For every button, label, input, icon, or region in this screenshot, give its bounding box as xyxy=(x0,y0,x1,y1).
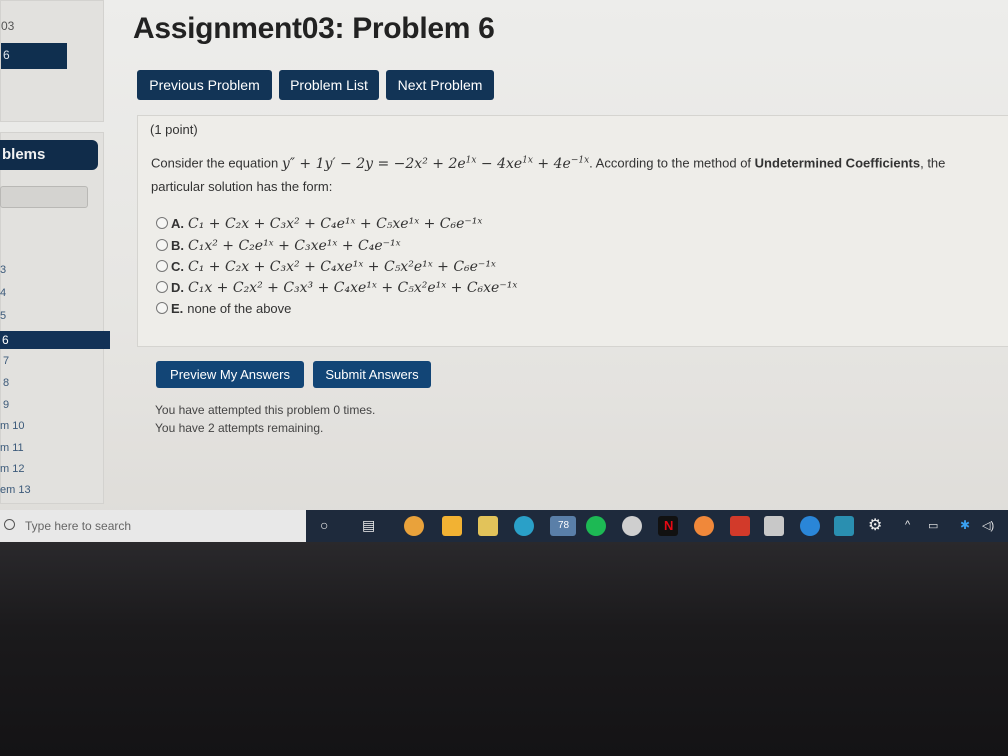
sidebar-item-9[interactable]: 9 xyxy=(3,399,9,411)
option-c-text: C₁ + C₂x + C₃x² + C₄xe¹ˣ + C₅x²e¹ˣ + C₆e… xyxy=(188,259,496,275)
search-icon xyxy=(4,519,15,530)
windows-taskbar: Type here to search ○ ▤ 78 N ⚙ ^ ▭ ✱ ◁) xyxy=(0,510,1008,542)
spotify-icon[interactable] xyxy=(586,516,606,536)
option-c-letter: C. xyxy=(171,259,184,274)
option-e-letter: E. xyxy=(171,301,184,316)
bitcoin-icon[interactable] xyxy=(622,516,642,536)
option-b-text: C₁x² + C₂e¹ˣ + C₃xe¹ˣ + C₄e⁻¹ˣ xyxy=(188,238,401,254)
file-explorer-icon[interactable] xyxy=(478,516,498,536)
sidebar-input[interactable] xyxy=(0,186,88,208)
statement-suffix: , the xyxy=(920,155,946,171)
option-c-radio[interactable] xyxy=(156,260,168,272)
problem-points: (1 point) xyxy=(150,122,198,137)
sidebar-item-13[interactable]: em 13 xyxy=(0,484,31,496)
option-a[interactable]: A. C₁ + C₂x + C₃x² + C₄e¹ˣ + C₅xe¹ˣ + C₆e… xyxy=(156,216,482,232)
attempts-remaining: You have 2 attempts remaining. xyxy=(155,421,324,435)
volume-icon[interactable]: ◁) xyxy=(982,519,994,532)
option-c[interactable]: C. C₁ + C₂x + C₃x² + C₄xe¹ˣ + C₅x²e¹ˣ + C… xyxy=(156,259,496,275)
sidebar-item-6-active[interactable]: 6 xyxy=(0,331,110,349)
sidebar-current-set-label: 6 xyxy=(3,48,10,62)
problem-list-button[interactable]: Problem List xyxy=(279,70,379,100)
option-b[interactable]: B. C₁x² + C₂e¹ˣ + C₃xe¹ˣ + C₄e⁻¹ˣ xyxy=(156,238,401,254)
option-d-radio[interactable] xyxy=(156,281,168,293)
app-teal-icon[interactable] xyxy=(834,516,854,536)
firefox-icon[interactable] xyxy=(694,516,714,536)
app-red-icon[interactable] xyxy=(730,516,750,536)
sidebar-problems-label: blems xyxy=(2,146,46,163)
option-e[interactable]: E. none of the above xyxy=(156,301,291,316)
sidebar-item-6-label: 6 xyxy=(2,333,9,347)
network-icon[interactable]: ▭ xyxy=(928,519,938,532)
attempts-count: You have attempted this problem 0 times. xyxy=(155,403,376,417)
statement-method: Undetermined Coefficients xyxy=(754,155,921,171)
next-problem-button[interactable]: Next Problem xyxy=(386,70,494,100)
differential-equation: y″ + 1y′ − 2y = −2x² + 2e1x − 4xe1x + 4e… xyxy=(281,155,590,172)
store-icon[interactable] xyxy=(442,516,462,536)
option-a-radio[interactable] xyxy=(156,217,168,229)
sidebar-item-10[interactable]: m 10 xyxy=(0,420,24,432)
sidebar-top-text: 03 xyxy=(1,19,15,33)
problem-statement-line1: Consider the equation y″ + 1y′ − 2y = −2… xyxy=(151,155,946,172)
sidebar-item-5[interactable]: 5 xyxy=(0,310,6,322)
option-b-radio[interactable] xyxy=(156,239,168,251)
sidebar-item-11[interactable]: m 11 xyxy=(0,442,24,454)
option-e-radio[interactable] xyxy=(156,302,168,314)
problem-statement-line2: particular solution has the form: xyxy=(151,179,333,194)
submit-answers-button[interactable]: Submit Answers xyxy=(313,361,431,388)
netflix-icon[interactable]: N xyxy=(658,516,678,536)
bluetooth-icon[interactable]: ✱ xyxy=(960,518,970,532)
previous-problem-button[interactable]: Previous Problem xyxy=(137,70,272,100)
app-icon[interactable] xyxy=(404,516,424,536)
acrobat-icon[interactable] xyxy=(764,516,784,536)
hp-icon[interactable] xyxy=(800,516,820,536)
sidebar-item-3[interactable]: 3 xyxy=(0,264,6,276)
option-a-text: C₁ + C₂x + C₃x² + C₄e¹ˣ + C₅xe¹ˣ + C₆e⁻¹… xyxy=(188,216,483,232)
option-d-letter: D. xyxy=(171,280,184,295)
weather-badge: 78 xyxy=(558,520,570,531)
sidebar-item-12[interactable]: m 12 xyxy=(0,463,24,475)
option-d-text: C₁x + C₂x² + C₃x³ + C₄xe¹ˣ + C₅x²e¹ˣ + C… xyxy=(188,280,518,296)
sidebar-problems-header[interactable]: blems xyxy=(0,140,98,170)
page-title: Assignment03: Problem 6 xyxy=(133,12,495,45)
statement-prefix: Consider the equation xyxy=(151,155,279,171)
cortana-icon[interactable]: ○ xyxy=(320,517,328,533)
task-view-icon[interactable]: ▤ xyxy=(362,517,375,534)
search-placeholder: Type here to search xyxy=(25,519,132,533)
statement-mid: According to the method of xyxy=(595,155,752,171)
sidebar-item-8[interactable]: 8 xyxy=(3,377,9,389)
option-a-letter: A. xyxy=(171,216,184,231)
taskbar-search-box[interactable]: Type here to search xyxy=(0,510,306,542)
settings-icon[interactable]: ⚙ xyxy=(868,515,882,535)
weather-icon[interactable]: 78 xyxy=(550,516,576,536)
preview-answers-button[interactable]: Preview My Answers xyxy=(156,361,304,388)
option-e-text: none of the above xyxy=(187,301,292,316)
chevron-up-icon[interactable]: ^ xyxy=(905,519,910,531)
sidebar-item-4[interactable]: 4 xyxy=(0,287,6,299)
monitor-bezel xyxy=(0,542,1008,756)
sidebar-current-set[interactable]: 6 xyxy=(1,43,67,69)
edge-icon[interactable] xyxy=(514,516,534,536)
screen: 03 6 blems 3 4 5 6 7 8 9 m 10 m 11 m 12 … xyxy=(0,0,1008,542)
sidebar-top-panel: 03 6 xyxy=(0,0,104,122)
option-b-letter: B. xyxy=(171,238,184,253)
option-d[interactable]: D. C₁x + C₂x² + C₃x³ + C₄xe¹ˣ + C₅x²e¹ˣ +… xyxy=(156,280,517,296)
sidebar-item-7[interactable]: 7 xyxy=(3,355,9,367)
